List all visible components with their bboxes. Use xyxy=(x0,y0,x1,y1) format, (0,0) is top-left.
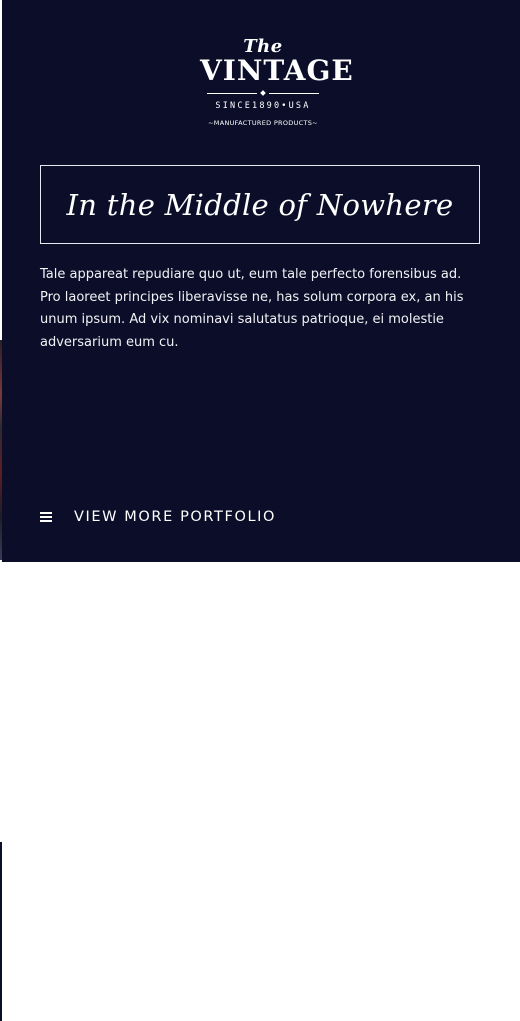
page-title: In the Middle of Nowhere xyxy=(66,187,454,222)
vintage-logo: The VINTAGE SINCE1890•USA ~MANUFACTURED … xyxy=(200,37,354,147)
description-text: Tale appareat repudiare quo ut, eum tale… xyxy=(40,267,464,350)
hamburger-menu-icon xyxy=(40,512,52,522)
logo-rule-right xyxy=(269,92,319,94)
view-more-portfolio-link[interactable]: VIEW MORE PORTFOLIO xyxy=(40,506,276,528)
logo-rule-left xyxy=(207,92,257,94)
headline-frame: In the Middle of Nowhere xyxy=(40,165,480,244)
logo-divider xyxy=(200,89,326,97)
logo-since-text: SINCE1890•USA xyxy=(215,101,311,111)
portfolio-info-panel: The VINTAGE SINCE1890•USA ~MANUFACTURED … xyxy=(2,0,520,562)
logo-brand-text: VINTAGE xyxy=(200,54,354,87)
logo-diamond-icon xyxy=(260,90,266,96)
view-more-portfolio-label: VIEW MORE PORTFOLIO xyxy=(74,509,277,525)
left-edge-dark-strip xyxy=(0,842,2,1021)
logo-tagline-text: ~MANUFACTURED PRODUCTS~ xyxy=(208,119,318,127)
